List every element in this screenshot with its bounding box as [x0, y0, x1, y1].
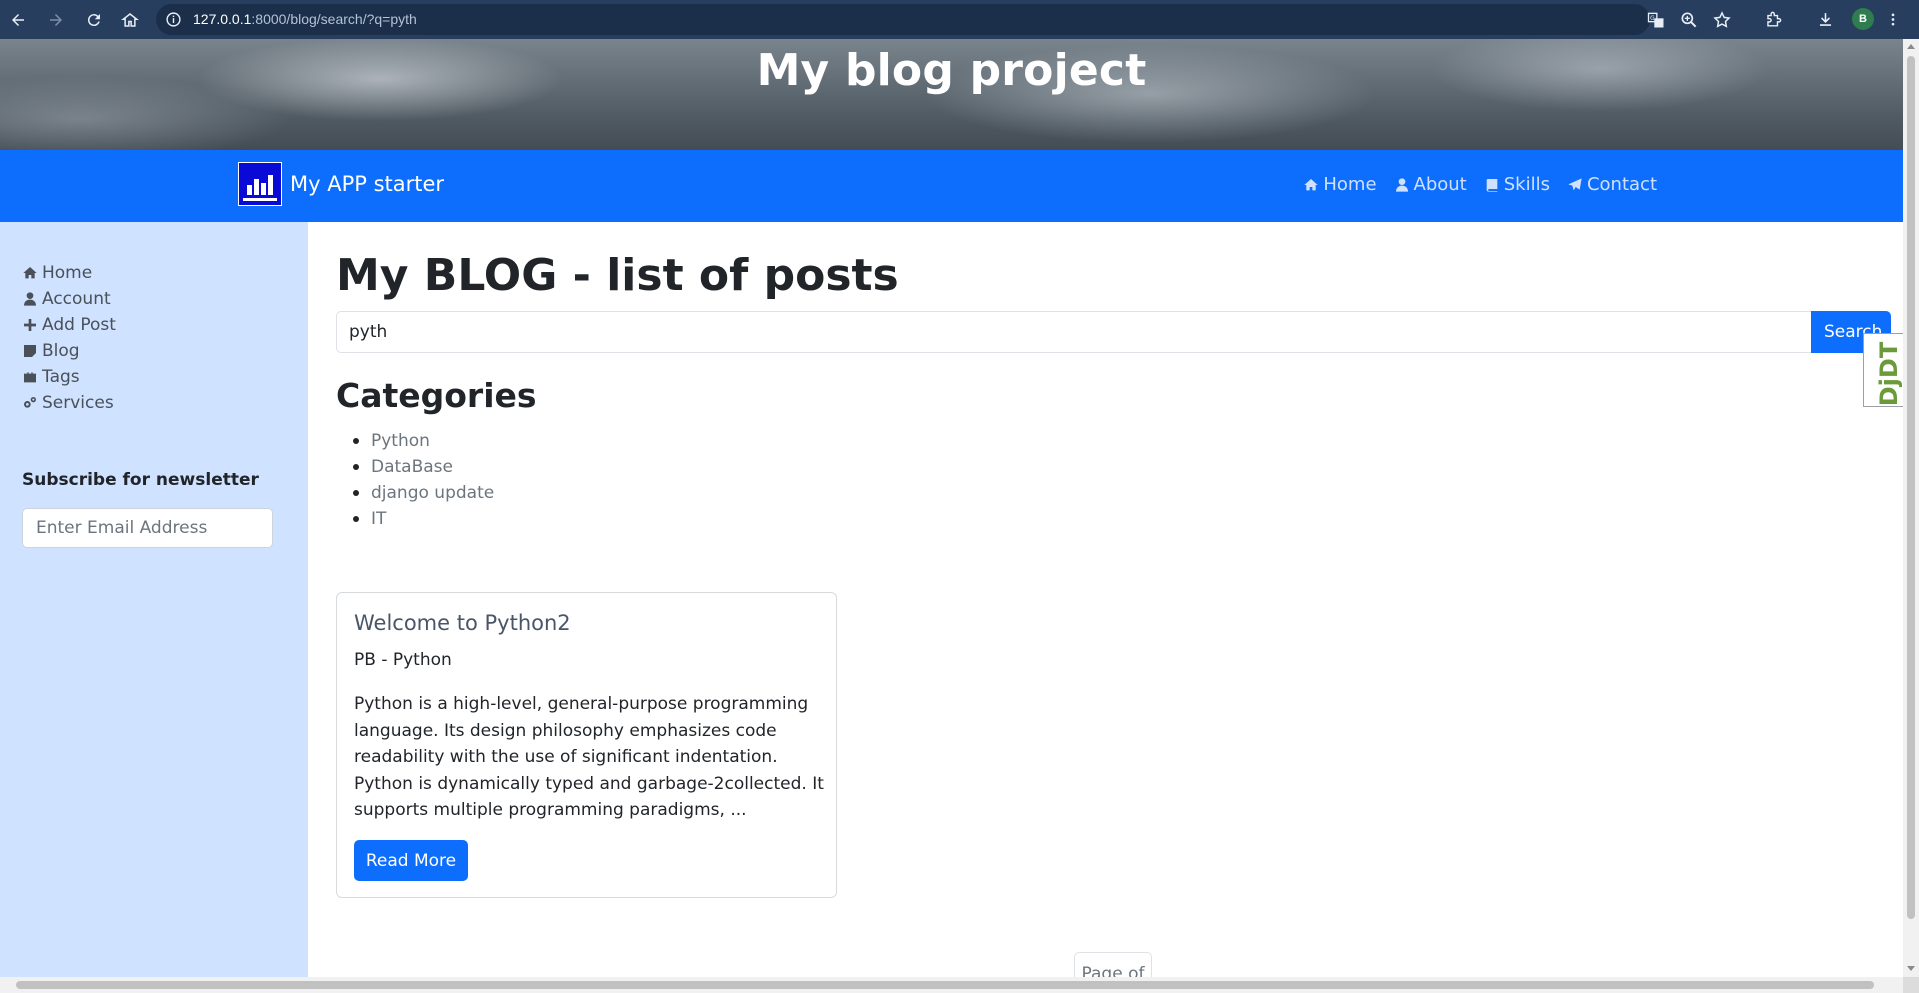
cogs-icon — [24, 397, 36, 408]
vertical-scroll-thumb[interactable] — [1907, 56, 1915, 919]
sidebar-menu: Home Account Add Post Blog Tags Services — [22, 260, 116, 416]
vertical-scrollbar[interactable] — [1903, 39, 1919, 977]
browser-menu-button[interactable] — [1885, 6, 1901, 32]
scroll-up-arrow-icon[interactable] — [1907, 44, 1915, 49]
forward-button[interactable] — [42, 6, 70, 34]
scrollbar-corner — [1903, 977, 1919, 993]
nav-link-skills[interactable]: Skills — [1484, 174, 1550, 195]
brand-logo — [238, 162, 282, 206]
post-title[interactable]: Welcome to Python2 — [354, 611, 571, 635]
home-button[interactable] — [116, 6, 144, 34]
reload-button[interactable] — [80, 6, 108, 34]
reload-icon — [87, 14, 100, 27]
horizontal-scroll-thumb[interactable] — [16, 981, 1874, 989]
browser-toolbar: 127.0.0.1:8000/blog/search/?q=pyth G B — [0, 0, 1919, 39]
url-text[interactable]: 127.0.0.1:8000/blog/search/?q=pyth — [193, 11, 417, 27]
categories-list: Python DataBase django update IT — [354, 428, 494, 532]
nav-link-about[interactable]: About — [1394, 174, 1467, 195]
sidebar-item-account[interactable]: Account — [22, 286, 116, 312]
newsletter-email-input[interactable] — [22, 508, 273, 548]
user-icon — [24, 292, 36, 306]
site-info-icon[interactable] — [165, 11, 182, 28]
nav-link-contact[interactable]: Contact — [1567, 174, 1657, 195]
address-bar[interactable]: 127.0.0.1:8000/blog/search/?q=pyth G — [156, 4, 1731, 35]
sticky-note-icon — [24, 345, 36, 357]
page-title: My BLOG - list of posts — [336, 250, 899, 301]
debug-toolbar-label: DjDT — [1875, 341, 1903, 407]
home-icon — [121, 13, 139, 27]
scroll-down-arrow-icon[interactable] — [1907, 966, 1915, 971]
hero-banner: My blog project — [0, 39, 1903, 150]
back-button[interactable] — [4, 6, 32, 34]
briefcase-icon — [24, 372, 36, 383]
download-icon — [1819, 12, 1831, 26]
arrow-right-icon — [50, 14, 62, 26]
arrow-left-icon — [12, 14, 24, 26]
home-icon — [1304, 178, 1319, 190]
read-more-button[interactable]: Read More — [354, 840, 468, 881]
sidebar-item-add-post[interactable]: Add Post — [22, 312, 116, 338]
translate-icon[interactable]: G — [1646, 10, 1666, 30]
puzzle-icon — [1766, 11, 1781, 27]
star-icon[interactable] — [1712, 10, 1732, 30]
book-icon — [1486, 178, 1498, 192]
brand-name: My APP starter — [290, 172, 445, 196]
page-viewport: My blog project My APP starter Home Abou… — [0, 39, 1903, 977]
user-icon — [1395, 177, 1408, 192]
sidebar-item-blog[interactable]: Blog — [22, 338, 116, 364]
home-icon — [23, 267, 37, 279]
brand-link[interactable]: My APP starter — [238, 162, 444, 206]
more-vertical-icon — [1891, 13, 1895, 25]
plus-icon — [24, 319, 36, 331]
paper-plane-icon — [1568, 177, 1582, 190]
profile-avatar[interactable]: B — [1852, 8, 1874, 30]
newsletter-title: Subscribe for newsletter — [22, 470, 259, 490]
category-item[interactable]: DataBase — [354, 454, 494, 480]
svg-text:G: G — [1650, 16, 1655, 22]
extensions-button[interactable] — [1760, 6, 1786, 32]
nav-links: Home About Skills Contact — [1286, 174, 1657, 195]
site-title: My blog project — [756, 45, 1147, 96]
post-excerpt: Python is a high-level, general-purpose … — [354, 694, 824, 820]
sidebar-item-services[interactable]: Services — [22, 390, 116, 416]
sidebar-item-home[interactable]: Home — [22, 260, 116, 286]
category-item[interactable]: IT — [354, 506, 494, 532]
zoom-icon[interactable] — [1679, 10, 1699, 30]
downloads-button[interactable] — [1812, 6, 1838, 32]
sidebar-item-tags[interactable]: Tags — [22, 364, 116, 390]
categories-title: Categories — [336, 376, 537, 415]
pagination: Page of — [1074, 952, 1152, 977]
horizontal-scrollbar[interactable] — [0, 977, 1903, 993]
debug-toolbar-handle[interactable]: DjDT — [1863, 333, 1903, 407]
post-subtitle: PB - Python — [354, 650, 452, 670]
nav-link-home[interactable]: Home — [1303, 174, 1377, 195]
search-input[interactable] — [336, 311, 1812, 353]
category-item[interactable]: Python — [354, 428, 494, 454]
sidebar: Home Account Add Post Blog Tags Services — [0, 222, 308, 977]
top-navbar: My APP starter Home About Skills Contact — [0, 150, 1903, 222]
category-item[interactable]: django update — [354, 480, 494, 506]
post-card: Welcome to Python2 PB - Python Python is… — [336, 592, 837, 898]
